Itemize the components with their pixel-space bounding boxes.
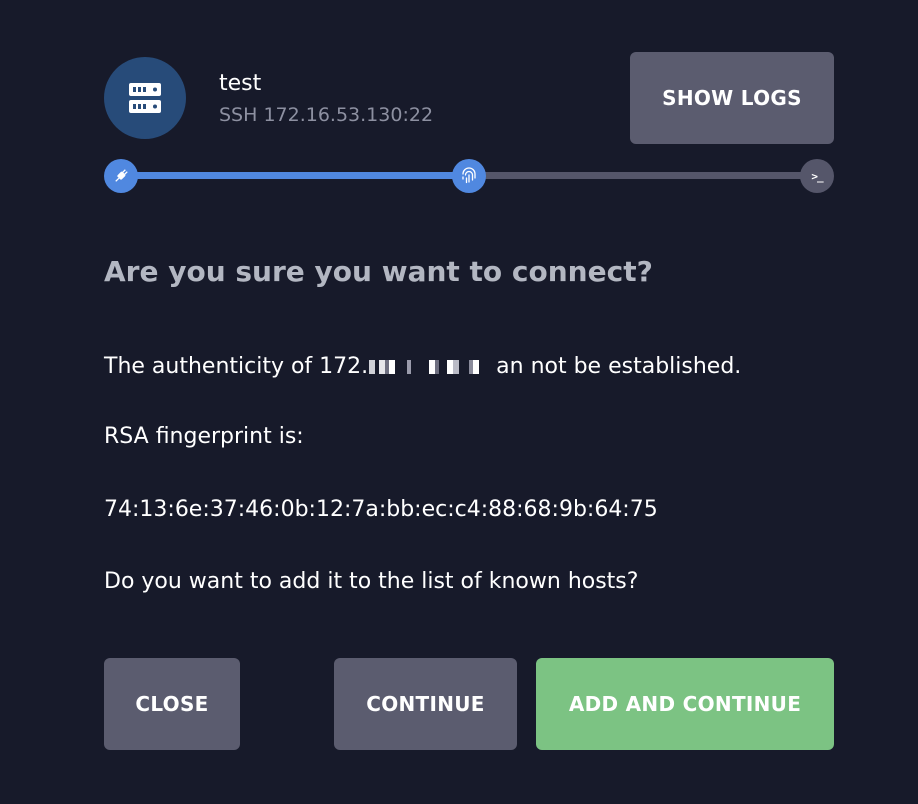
- terminal-icon: >_: [811, 169, 823, 183]
- confirm-question: Are you sure you want to connect?: [104, 255, 653, 288]
- host-name: test: [219, 71, 262, 96]
- redacted-address: [369, 360, 496, 374]
- authenticity-text: The authenticity of 172. an not be establ…: [104, 354, 741, 379]
- fingerprint-label: RSA fingerprint is:: [104, 424, 304, 449]
- continue-button[interactable]: CONTINUE: [334, 658, 517, 750]
- authenticity-suffix: an not be established.: [496, 354, 742, 379]
- add-and-continue-button[interactable]: ADD AND CONTINUE: [536, 658, 834, 750]
- step-terminal: >_: [800, 159, 834, 193]
- fingerprint-icon: [462, 167, 476, 184]
- show-logs-button[interactable]: SHOW LOGS: [630, 52, 834, 144]
- server-icon: [129, 83, 161, 113]
- authenticity-prefix: The authenticity of 172.: [104, 354, 369, 379]
- plug-icon: [115, 169, 128, 182]
- progress-fill: [120, 172, 469, 179]
- step-verify: [452, 159, 486, 193]
- fingerprint-value: 74:13:6e:37:46:0b:12:7a:bb:ec:c4:88:68:9…: [104, 497, 658, 522]
- add-host-prompt: Do you want to add it to the list of kno…: [104, 569, 639, 594]
- step-connect: [104, 159, 138, 193]
- close-button[interactable]: CLOSE: [104, 658, 240, 750]
- host-avatar: [104, 57, 186, 139]
- host-address: SSH 172.16.53.130:22: [219, 104, 434, 126]
- connection-dialog: test SSH 172.16.53.130:22 SHOW LOGS >_ A…: [0, 0, 918, 804]
